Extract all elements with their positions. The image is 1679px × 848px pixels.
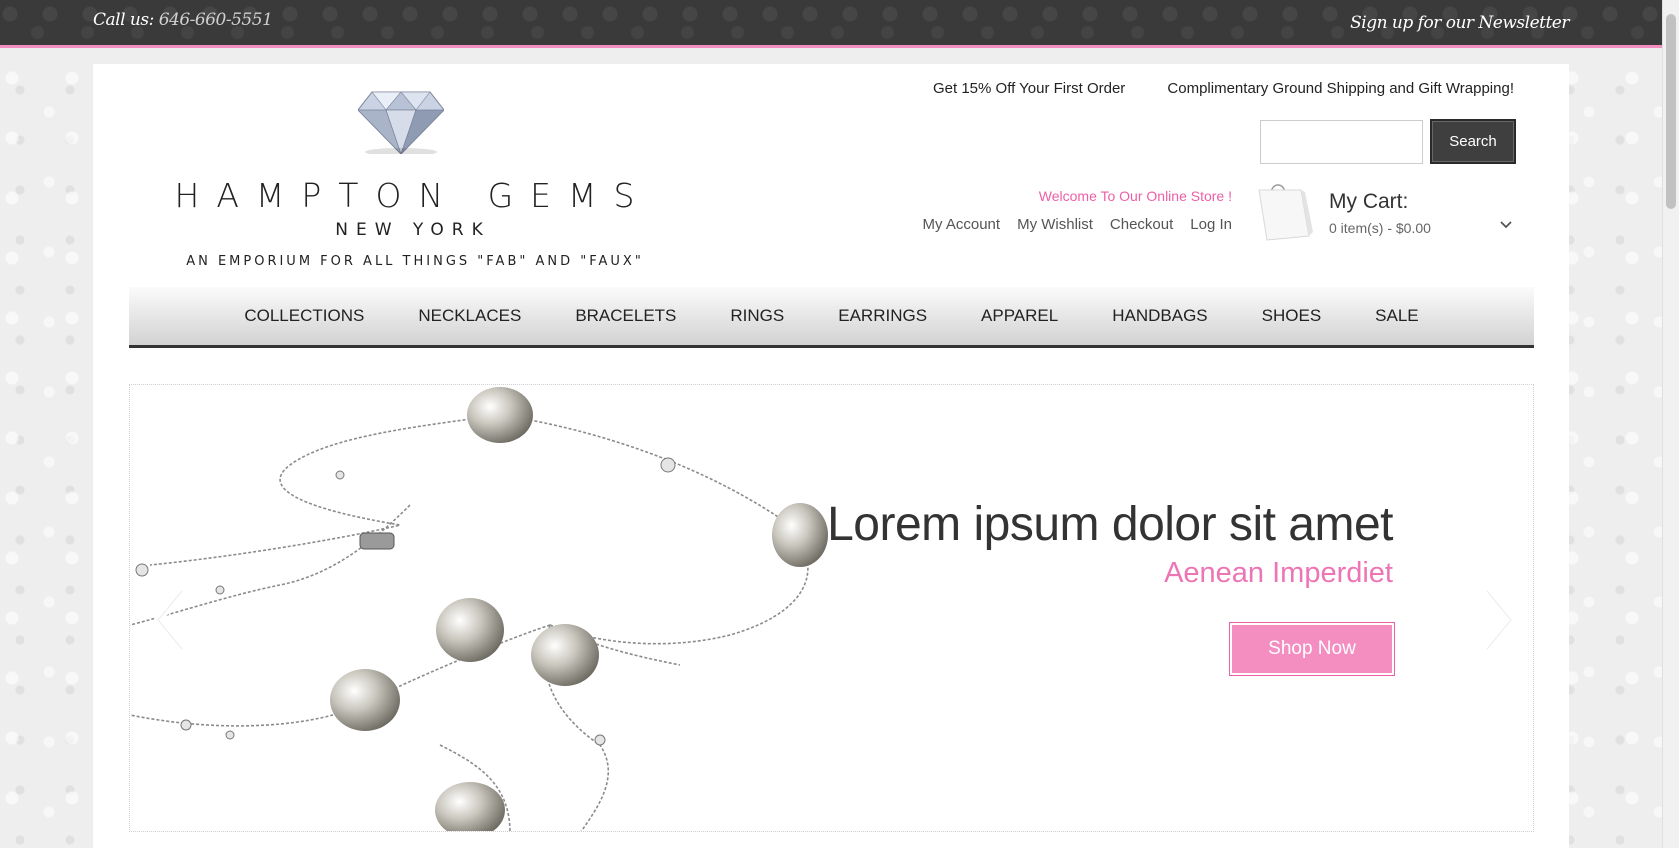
account-links: My Account My Wishlist Checkout Log In	[923, 216, 1232, 233]
nav-rings[interactable]: RINGS	[703, 306, 811, 326]
hero-slider: Lorem ipsum dolor sit amet Aenean Imperd…	[129, 384, 1534, 832]
my-account-link[interactable]: My Account	[923, 216, 1001, 233]
chevron-down-icon[interactable]	[1498, 216, 1514, 232]
main-nav: COLLECTIONS NECKLACES BRACELETS RINGS EA…	[129, 287, 1534, 348]
scrollbar-thumb[interactable]	[1666, 14, 1676, 209]
search-input[interactable]	[1260, 120, 1423, 164]
brand-city: NEW YORK	[335, 220, 491, 240]
search-button[interactable]: Search	[1430, 119, 1516, 164]
nav-apparel[interactable]: APPAREL	[954, 306, 1085, 326]
call-label: Call us:	[93, 10, 154, 30]
welcome-message: Welcome To Our Online Store !	[1038, 188, 1232, 204]
site-logo[interactable]: HAMPTON GEMS NEW YORK AN EMPORIUM FOR AL…	[173, 84, 673, 274]
nav-bracelets[interactable]: BRACELETS	[548, 306, 703, 326]
cart-summary[interactable]: 0 item(s) - $0.00	[1329, 220, 1431, 236]
promo-first-order[interactable]: Get 15% Off Your First Order	[933, 80, 1125, 97]
arrow-right-icon[interactable]	[1479, 585, 1519, 655]
diamond-logo-icon	[358, 91, 444, 154]
nav-handbags[interactable]: HANDBAGS	[1085, 306, 1234, 326]
slide-subhead: Aenean Imperdiet	[1164, 557, 1393, 589]
slide-headline: Lorem ipsum dolor sit amet	[827, 498, 1393, 551]
nav-necklaces[interactable]: NECKLACES	[391, 306, 548, 326]
log-in-link[interactable]: Log In	[1190, 216, 1232, 233]
checkout-link[interactable]: Checkout	[1110, 216, 1173, 233]
pearl-necklace-image	[130, 387, 828, 831]
promo-shipping[interactable]: Complimentary Ground Shipping and Gift W…	[1167, 80, 1514, 97]
shopping-bag-icon[interactable]	[1253, 182, 1313, 244]
newsletter-link[interactable]: Sign up for our Newsletter	[1350, 13, 1569, 33]
cart-title[interactable]: My Cart:	[1329, 190, 1408, 214]
shop-now-button[interactable]: Shop Now	[1229, 622, 1395, 676]
my-wishlist-link[interactable]: My Wishlist	[1017, 216, 1093, 233]
nav-shoes[interactable]: SHOES	[1235, 306, 1349, 326]
nav-collections[interactable]: COLLECTIONS	[217, 306, 391, 326]
page-scrollbar[interactable]	[1662, 0, 1679, 848]
nav-earrings[interactable]: EARRINGS	[811, 306, 954, 326]
call-us: Call us: 646-660-5551	[93, 10, 273, 30]
page-container: HAMPTON GEMS NEW YORK AN EMPORIUM FOR AL…	[93, 64, 1569, 848]
phone-number[interactable]: 646-660-5551	[159, 10, 273, 30]
brand-name: HAMPTON GEMS	[174, 176, 652, 215]
brand-tagline: AN EMPORIUM FOR ALL THINGS "FAB" AND "FA…	[186, 254, 644, 269]
top-bar: Call us: 646-660-5551 Sign up for our Ne…	[0, 0, 1662, 48]
nav-sale[interactable]: SALE	[1348, 306, 1445, 326]
arrow-left-icon[interactable]	[150, 585, 190, 655]
